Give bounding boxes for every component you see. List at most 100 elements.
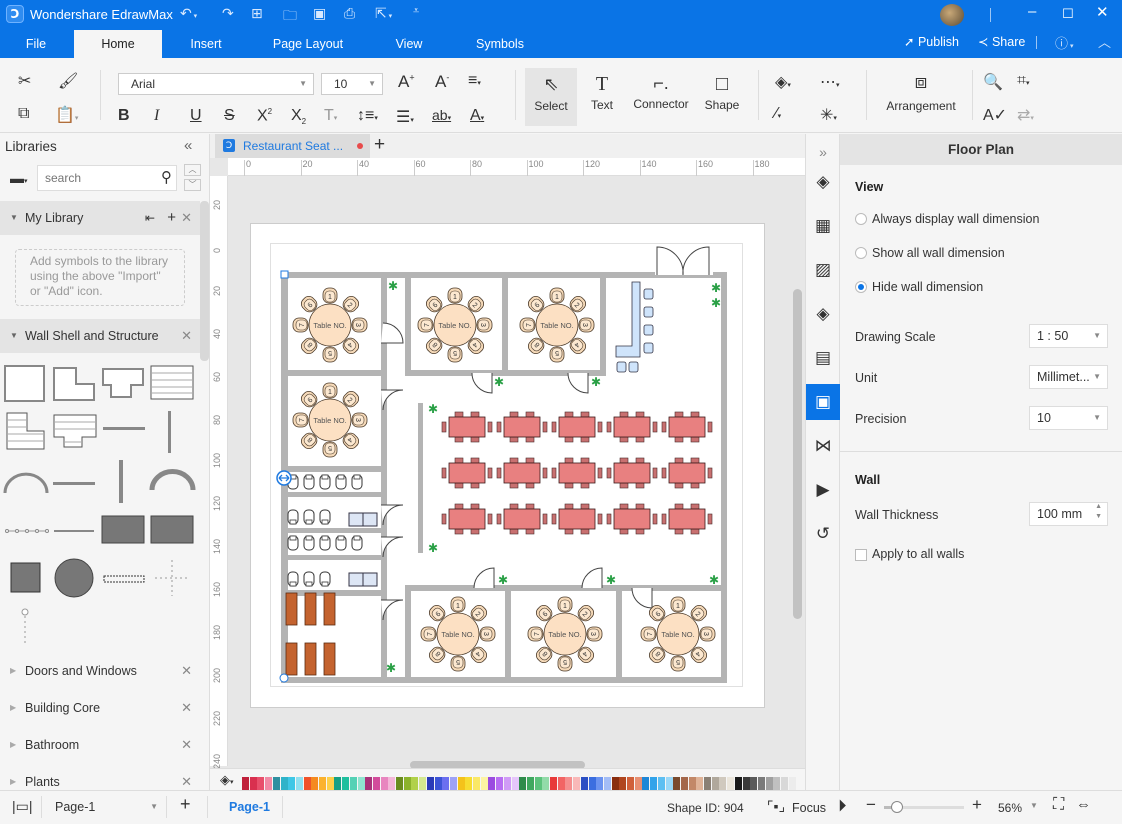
color-swatch[interactable] bbox=[396, 777, 403, 791]
format-painter-icon[interactable]: 🖌 bbox=[58, 71, 78, 91]
find-icon[interactable]: 🔍 bbox=[983, 72, 1003, 92]
symbol-dotted-line[interactable] bbox=[5, 529, 49, 533]
add-page-button[interactable]: + bbox=[180, 794, 191, 815]
fill-icon[interactable]: ◈▾ bbox=[775, 72, 791, 92]
close-library-icon[interactable]: ✕ bbox=[181, 734, 192, 756]
symbol-floor-rect[interactable] bbox=[150, 365, 194, 400]
menu-tab-file[interactable]: File bbox=[14, 30, 58, 58]
font-color-icon[interactable]: A▾ bbox=[470, 107, 484, 125]
page-select[interactable]: Page-1 ▼ bbox=[55, 800, 160, 814]
history-panel-icon[interactable]: ↺ bbox=[806, 516, 840, 552]
effects-icon[interactable]: ✳▾ bbox=[820, 105, 837, 125]
color-swatch[interactable] bbox=[650, 777, 658, 791]
symbol-cross-grid[interactable] bbox=[155, 560, 189, 596]
menu-tab-view[interactable]: View bbox=[384, 30, 434, 58]
increase-font-icon[interactable]: A+ bbox=[398, 72, 415, 92]
strikethrough-icon[interactable]: S bbox=[224, 107, 235, 125]
color-swatch[interactable] bbox=[781, 777, 788, 791]
help-icon[interactable]: ⓘ ▾ bbox=[1055, 33, 1073, 52]
add-icon[interactable]: + bbox=[167, 201, 176, 235]
color-swatch[interactable] bbox=[288, 777, 296, 791]
shape-tool-button[interactable]: □ Shape bbox=[700, 68, 744, 126]
play-icon[interactable]: ⏵ bbox=[838, 796, 847, 816]
font-family-select[interactable]: Arial ▼ bbox=[118, 73, 314, 95]
symbol-arc-wall[interactable] bbox=[3, 472, 49, 494]
library-doors-and-windows[interactable]: ▶ Doors and Windows ✕ bbox=[0, 660, 200, 682]
symbol-solid-rect[interactable] bbox=[101, 515, 145, 544]
symbol-floor-l[interactable] bbox=[6, 412, 45, 450]
close-library-icon[interactable]: ✕ bbox=[181, 660, 192, 682]
color-swatch[interactable] bbox=[295, 777, 303, 791]
color-swatch[interactable] bbox=[303, 777, 311, 791]
page-view-icon[interactable]: |▭| bbox=[12, 798, 33, 815]
symbols-panel-icon[interactable]: ▦ bbox=[806, 208, 840, 244]
cut-icon[interactable]: ✂ bbox=[18, 71, 31, 91]
color-swatch[interactable] bbox=[280, 777, 288, 791]
image-panel-icon[interactable]: ▨ bbox=[806, 252, 840, 288]
color-swatch[interactable] bbox=[480, 777, 488, 791]
color-swatch[interactable] bbox=[596, 777, 604, 791]
text-style-icon[interactable]: T▾ bbox=[324, 107, 337, 125]
color-swatch[interactable] bbox=[542, 777, 550, 791]
radio-show-all[interactable]: Show all wall dimension bbox=[855, 246, 1115, 264]
color-swatch[interactable] bbox=[449, 777, 457, 791]
color-swatch[interactable] bbox=[388, 777, 396, 791]
color-swatch[interactable] bbox=[680, 777, 688, 791]
library-menu-icon[interactable]: ▬▾ bbox=[10, 170, 28, 186]
zoom-slider[interactable] bbox=[884, 801, 964, 813]
copy-icon[interactable]: ⧉ bbox=[18, 105, 29, 123]
connector-tool-button[interactable]: ⌐. Connector bbox=[630, 68, 692, 126]
undo-icon[interactable]: ↶ ▾ bbox=[180, 5, 197, 22]
line-spacing-icon[interactable]: ↕≡▾ bbox=[357, 107, 378, 125]
close-library-icon[interactable]: ✕ bbox=[181, 697, 192, 719]
symbol-floor-step[interactable] bbox=[53, 414, 97, 448]
color-swatch[interactable] bbox=[565, 777, 573, 791]
color-swatch[interactable] bbox=[426, 777, 434, 791]
library-bathroom[interactable]: ▶ Bathroom ✕ bbox=[0, 734, 200, 756]
customize-icon[interactable]: ⩡ bbox=[413, 5, 419, 18]
presentation-panel-icon[interactable]: ▶ bbox=[806, 472, 840, 508]
color-swatch[interactable] bbox=[311, 777, 319, 791]
zoom-level[interactable]: 56% bbox=[998, 801, 1022, 815]
wall-thickness-spinner[interactable]: 100 mm ▲ ▼ bbox=[1029, 502, 1108, 526]
symbol-wall-v2[interactable] bbox=[119, 460, 123, 503]
color-swatch[interactable] bbox=[257, 777, 265, 791]
color-swatch[interactable] bbox=[750, 777, 758, 791]
italic-icon[interactable]: I bbox=[154, 107, 159, 125]
minimize-icon[interactable]: – bbox=[1028, 3, 1036, 20]
drawing-scale-select[interactable]: 1 : 50 ▼ bbox=[1029, 324, 1108, 348]
menu-tab-symbols[interactable]: Symbols bbox=[466, 30, 534, 58]
search-input[interactable] bbox=[45, 167, 155, 189]
color-swatch[interactable] bbox=[711, 777, 719, 791]
floor-plan-panel-icon[interactable]: ▣ bbox=[806, 384, 840, 420]
maximize-icon[interactable]: ☐ bbox=[1062, 6, 1074, 22]
color-swatch[interactable] bbox=[657, 777, 665, 791]
radio-hide-wall-dimension[interactable]: Hide wall dimension bbox=[855, 280, 1115, 298]
crop-icon[interactable]: ⌗▾ bbox=[1017, 72, 1030, 90]
color-swatch[interactable] bbox=[365, 777, 373, 791]
save-icon[interactable]: ▣ bbox=[313, 5, 326, 22]
color-swatch[interactable] bbox=[326, 777, 334, 791]
color-swatch[interactable] bbox=[573, 777, 581, 791]
collapse-ribbon-icon[interactable]: ︿ bbox=[1098, 32, 1111, 51]
color-swatch[interactable] bbox=[734, 777, 742, 791]
share-button[interactable]: ≺ Share bbox=[978, 34, 1025, 49]
color-swatch[interactable] bbox=[496, 777, 504, 791]
color-swatch[interactable] bbox=[372, 777, 380, 791]
decrease-font-icon[interactable]: A- bbox=[435, 72, 449, 92]
color-swatch[interactable] bbox=[557, 777, 565, 791]
print-icon[interactable]: ⎙ bbox=[344, 5, 355, 22]
fill-bucket-icon[interactable]: ◈▾ bbox=[220, 772, 234, 788]
color-swatch[interactable] bbox=[473, 777, 480, 791]
fullscreen-icon[interactable]: ⛶ bbox=[1053, 796, 1064, 814]
highlight-icon[interactable]: ab▾ bbox=[432, 107, 451, 123]
color-swatch[interactable] bbox=[403, 777, 411, 791]
bold-icon[interactable]: B bbox=[118, 107, 130, 125]
layers-panel-icon[interactable]: ◈ bbox=[806, 296, 840, 332]
zoom-out-icon[interactable]: − bbox=[866, 795, 876, 815]
bullet-list-icon[interactable]: ☰▾ bbox=[396, 107, 414, 127]
floor-plan[interactable]: 12345876Table NO. 12345876Table NO. 123458… bbox=[270, 234, 750, 694]
apply-all-walls-checkbox[interactable]: Apply to all walls bbox=[855, 547, 1055, 565]
subscript-icon[interactable]: X2 bbox=[291, 107, 306, 126]
replace-shape-icon[interactable]: ⇄▾ bbox=[1017, 105, 1034, 125]
